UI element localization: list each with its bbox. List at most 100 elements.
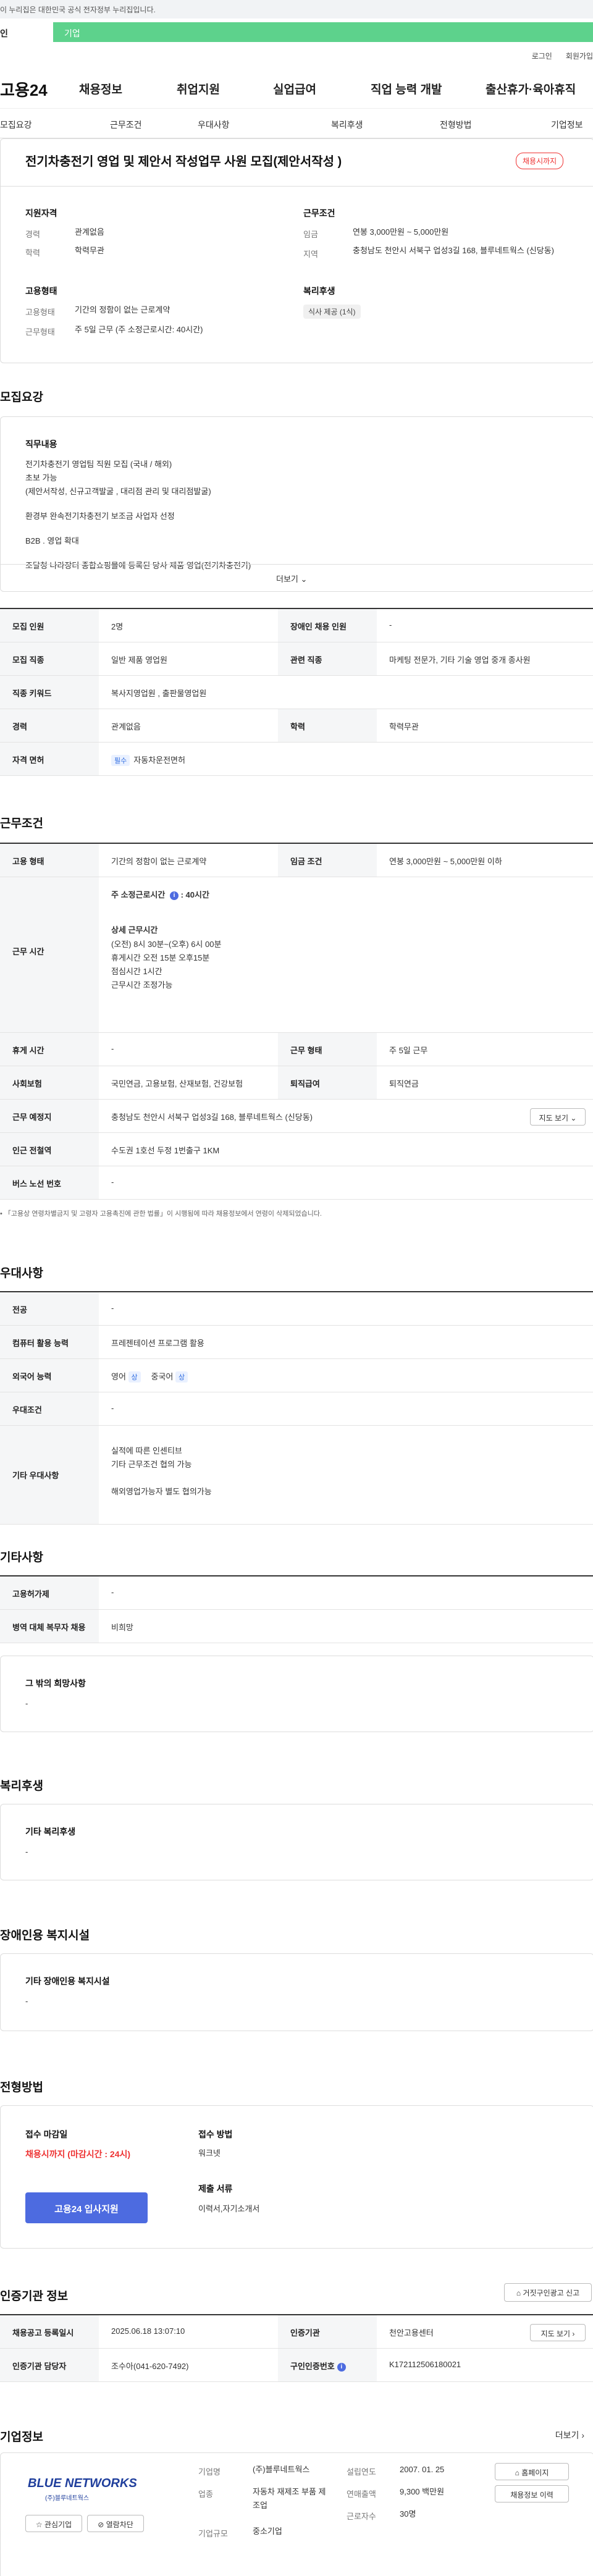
homepage-button[interactable]: ⌂ 홈페이지 [495,2463,569,2480]
tab-company-info[interactable]: 기업정보 [551,119,583,131]
cell-value: - [389,620,392,629]
welfare-etc-value: - [25,1847,28,1856]
table-row: 인증기관 담당자 조수아(041-620-7492) 구인인증번호 i K1721… [0,2349,593,2382]
table-row: 고용 형태 기간의 정함이 없는 근로계약 임금 조건 연봉 3,000만원 ~… [0,844,593,877]
company-size-label: 기업규모 [198,2529,228,2538]
table-row: 근무 예정지 충청남도 천안시 서북구 업성3길 168, 블루네트웍스 (신당… [0,1100,593,1133]
detail-hours-line: 점심시간 1시간 [111,967,162,976]
chevron-down-icon: ⌄ [570,1114,577,1122]
cell-value: 주 소정근로시간 i : 40시간 상세 근무시간 (오전) 8시 30분~(오… [99,877,593,1032]
job-history-button[interactable]: 채용정보 이력 [495,2485,569,2502]
cell-label: 경력 [0,709,99,742]
cell-value: 기간의 정함이 없는 근로계약 [111,857,207,866]
cert-map-button[interactable]: 지도 보기 › [530,2324,586,2341]
cell-value: 관계없음 [111,722,141,731]
emp-label-1: 근무형태 [25,327,55,337]
table-row: 직종 키워드 복사지영업원 , 출판물영업원 [0,676,593,709]
cell-value: - [111,1303,114,1313]
cell-value: K172112506180021 [389,2360,461,2369]
tab-process[interactable]: 전형방법 [440,119,472,131]
info-icon[interactable]: i [169,891,179,900]
cell-value: 2025.06.18 13:07:10 [111,2326,185,2336]
cell-value: 실적에 따른 인센티브 기타 근무조건 협의 가능 해외영업가능자 별도 협의가… [99,1426,593,1524]
company-founded-value: 2007. 01. 25 [400,2465,445,2474]
job-content-line: 전기차충전기 영업팀 직원 모집 (국내 / 해외) [25,460,172,469]
table-row: 사회보험 국민연금, 고용보험, 산재보험, 건강보험 퇴직급여 퇴직연금 [0,1066,593,1100]
hope-card: 그 밖의 희망사항 - [0,1656,593,1732]
gnb-item-leave[interactable]: 출산휴가·육아휴직 [486,80,576,97]
process-title: 전형방법 [0,2081,43,2094]
cert-title: 인증기관 정보 [0,2290,69,2303]
weekly-hours-value: 40시간 [185,890,209,899]
welfare-heading: 복리후생 [303,286,335,296]
block-button[interactable]: ⊘ 열람차단 [87,2515,144,2532]
emp-label-0: 고용형태 [25,308,55,317]
company-logo-sub: (주)블루네트웍스 [45,2495,90,2502]
cell-label: 버스 노선 번호 [0,1166,99,1199]
cell-value: 복사지영업원 , 출판물영업원 [111,689,207,698]
gnb-item-jobs[interactable]: 채용정보 [79,80,122,97]
cell-value: 퇴직연금 [389,1079,419,1088]
gnb-item-benefit[interactable]: 실업급여 [273,80,316,97]
cond-value-0: 연봉 3,000만원 ~ 5,000만원 [353,227,449,237]
more-button[interactable]: 더보기 ⌄ [276,573,307,584]
site-logo[interactable]: 고용24 [0,78,48,101]
lang-level-badge: 상 [175,1371,188,1383]
tab-pref[interactable]: 우대사항 [198,119,230,131]
cell-value: - [111,1404,114,1413]
cell-value: - [111,1588,114,1597]
pref-line: 해외영업가능자 별도 협의가능 [111,1487,212,1496]
cell-label: 전공 [0,1292,99,1325]
cell-label: 컴퓨터 활용 능력 [0,1326,99,1358]
company-staff-label: 근로자수 [347,2512,376,2521]
util-links: 로그인 회원가입 [0,47,593,65]
job-content-line [25,499,251,510]
cell-label: 병역 대체 복무자 채용 [0,1610,99,1643]
cell-label: 인증기관 [278,2315,377,2348]
report-button[interactable]: ⌂ 거짓구인광고 신고 [504,2283,592,2302]
cond-label-1: 지역 [303,250,318,259]
tab-work[interactable]: 근무조건 [110,119,142,131]
tab-company[interactable]: 기업 [53,22,593,42]
cell-label: 고용 형태 [0,844,99,877]
join-link[interactable]: 회원가입 [566,52,593,61]
pref-title: 우대사항 [0,1267,43,1280]
qual-value-1: 학력무관 [75,246,104,255]
apply-button[interactable]: 고용24 입사지원 [25,2192,148,2223]
detail-hours-line: (오전) 8시 30분~(오후) 6시 00분 [111,940,222,949]
company-industry-label: 업종 [198,2490,213,2499]
user-type-tabs: 인 기업 [0,19,593,47]
table-row: 경력 관계없음 학력 학력무관 [0,709,593,743]
tab-welfare[interactable]: 복리후생 [331,119,363,131]
table-row: 버스 노선 번호 - [0,1166,593,1200]
tab-recruit[interactable]: 모집요강 [0,119,32,131]
favorite-label: 관심기업 [44,2520,72,2529]
pref-line: 실적에 따른 인센티브 [111,1446,182,1455]
company-sales-value: 9,300 백만원 [400,2487,445,2496]
info-icon[interactable]: i [337,2362,346,2372]
login-link[interactable]: 로그인 [532,52,552,61]
method-value: 워크넷 [198,2149,221,2158]
gnb-item-training[interactable]: 직업 능력 개발 [371,80,442,97]
more-label: 더보기 [276,575,298,584]
recruit-table: 모집 인원 2명 장애인 채용 인원 - 모집 직종 일반 제품 영업원 관련 … [0,608,593,776]
company-name-value: (주)블루네트웍스 [253,2465,310,2474]
lang-name: 중국어 [151,1372,174,1381]
tab-individual[interactable]: 인 [0,22,53,42]
chevron-down-icon: ⌄ [300,575,308,584]
age-notice: • 「고용상 연령차별금지 및 고령자 고용촉진에 관한 법률」이 시행됨에 따… [0,1208,593,1218]
cell-label: 채용공고 등록일시 [0,2315,99,2348]
favorite-button[interactable]: ☆ 관심기업 [25,2515,82,2532]
recruit-title: 모집요강 [0,391,43,404]
table-row: 우대조건 - [0,1392,593,1426]
job-content: 전기차충전기 영업팀 직원 모집 (국내 / 해외) 초보 가능 (제안서작성,… [25,458,251,573]
gnb-item-support[interactable]: 취업지원 [177,80,220,97]
job-content-line: 조달청 나라장터 종합쇼핑몰에 등록된 당사 제품 영업(전기차충전기) [25,561,251,570]
homepage-label: 홈페이지 [521,2469,549,2477]
map-button[interactable]: 지도 보기 ⌄ [530,1108,586,1126]
qual-heading: 지원자격 [25,208,57,218]
cell-label: 근무 형태 [278,1033,377,1066]
table-row: 인근 전철역 수도권 1호선 두정 1번출구 1KM [0,1133,593,1166]
job-content-line: (제안서작성, 신규고객발굴 , 대리점 관리 및 대리점발굴) [25,487,211,496]
company-more-link[interactable]: 더보기 › [555,2429,584,2441]
